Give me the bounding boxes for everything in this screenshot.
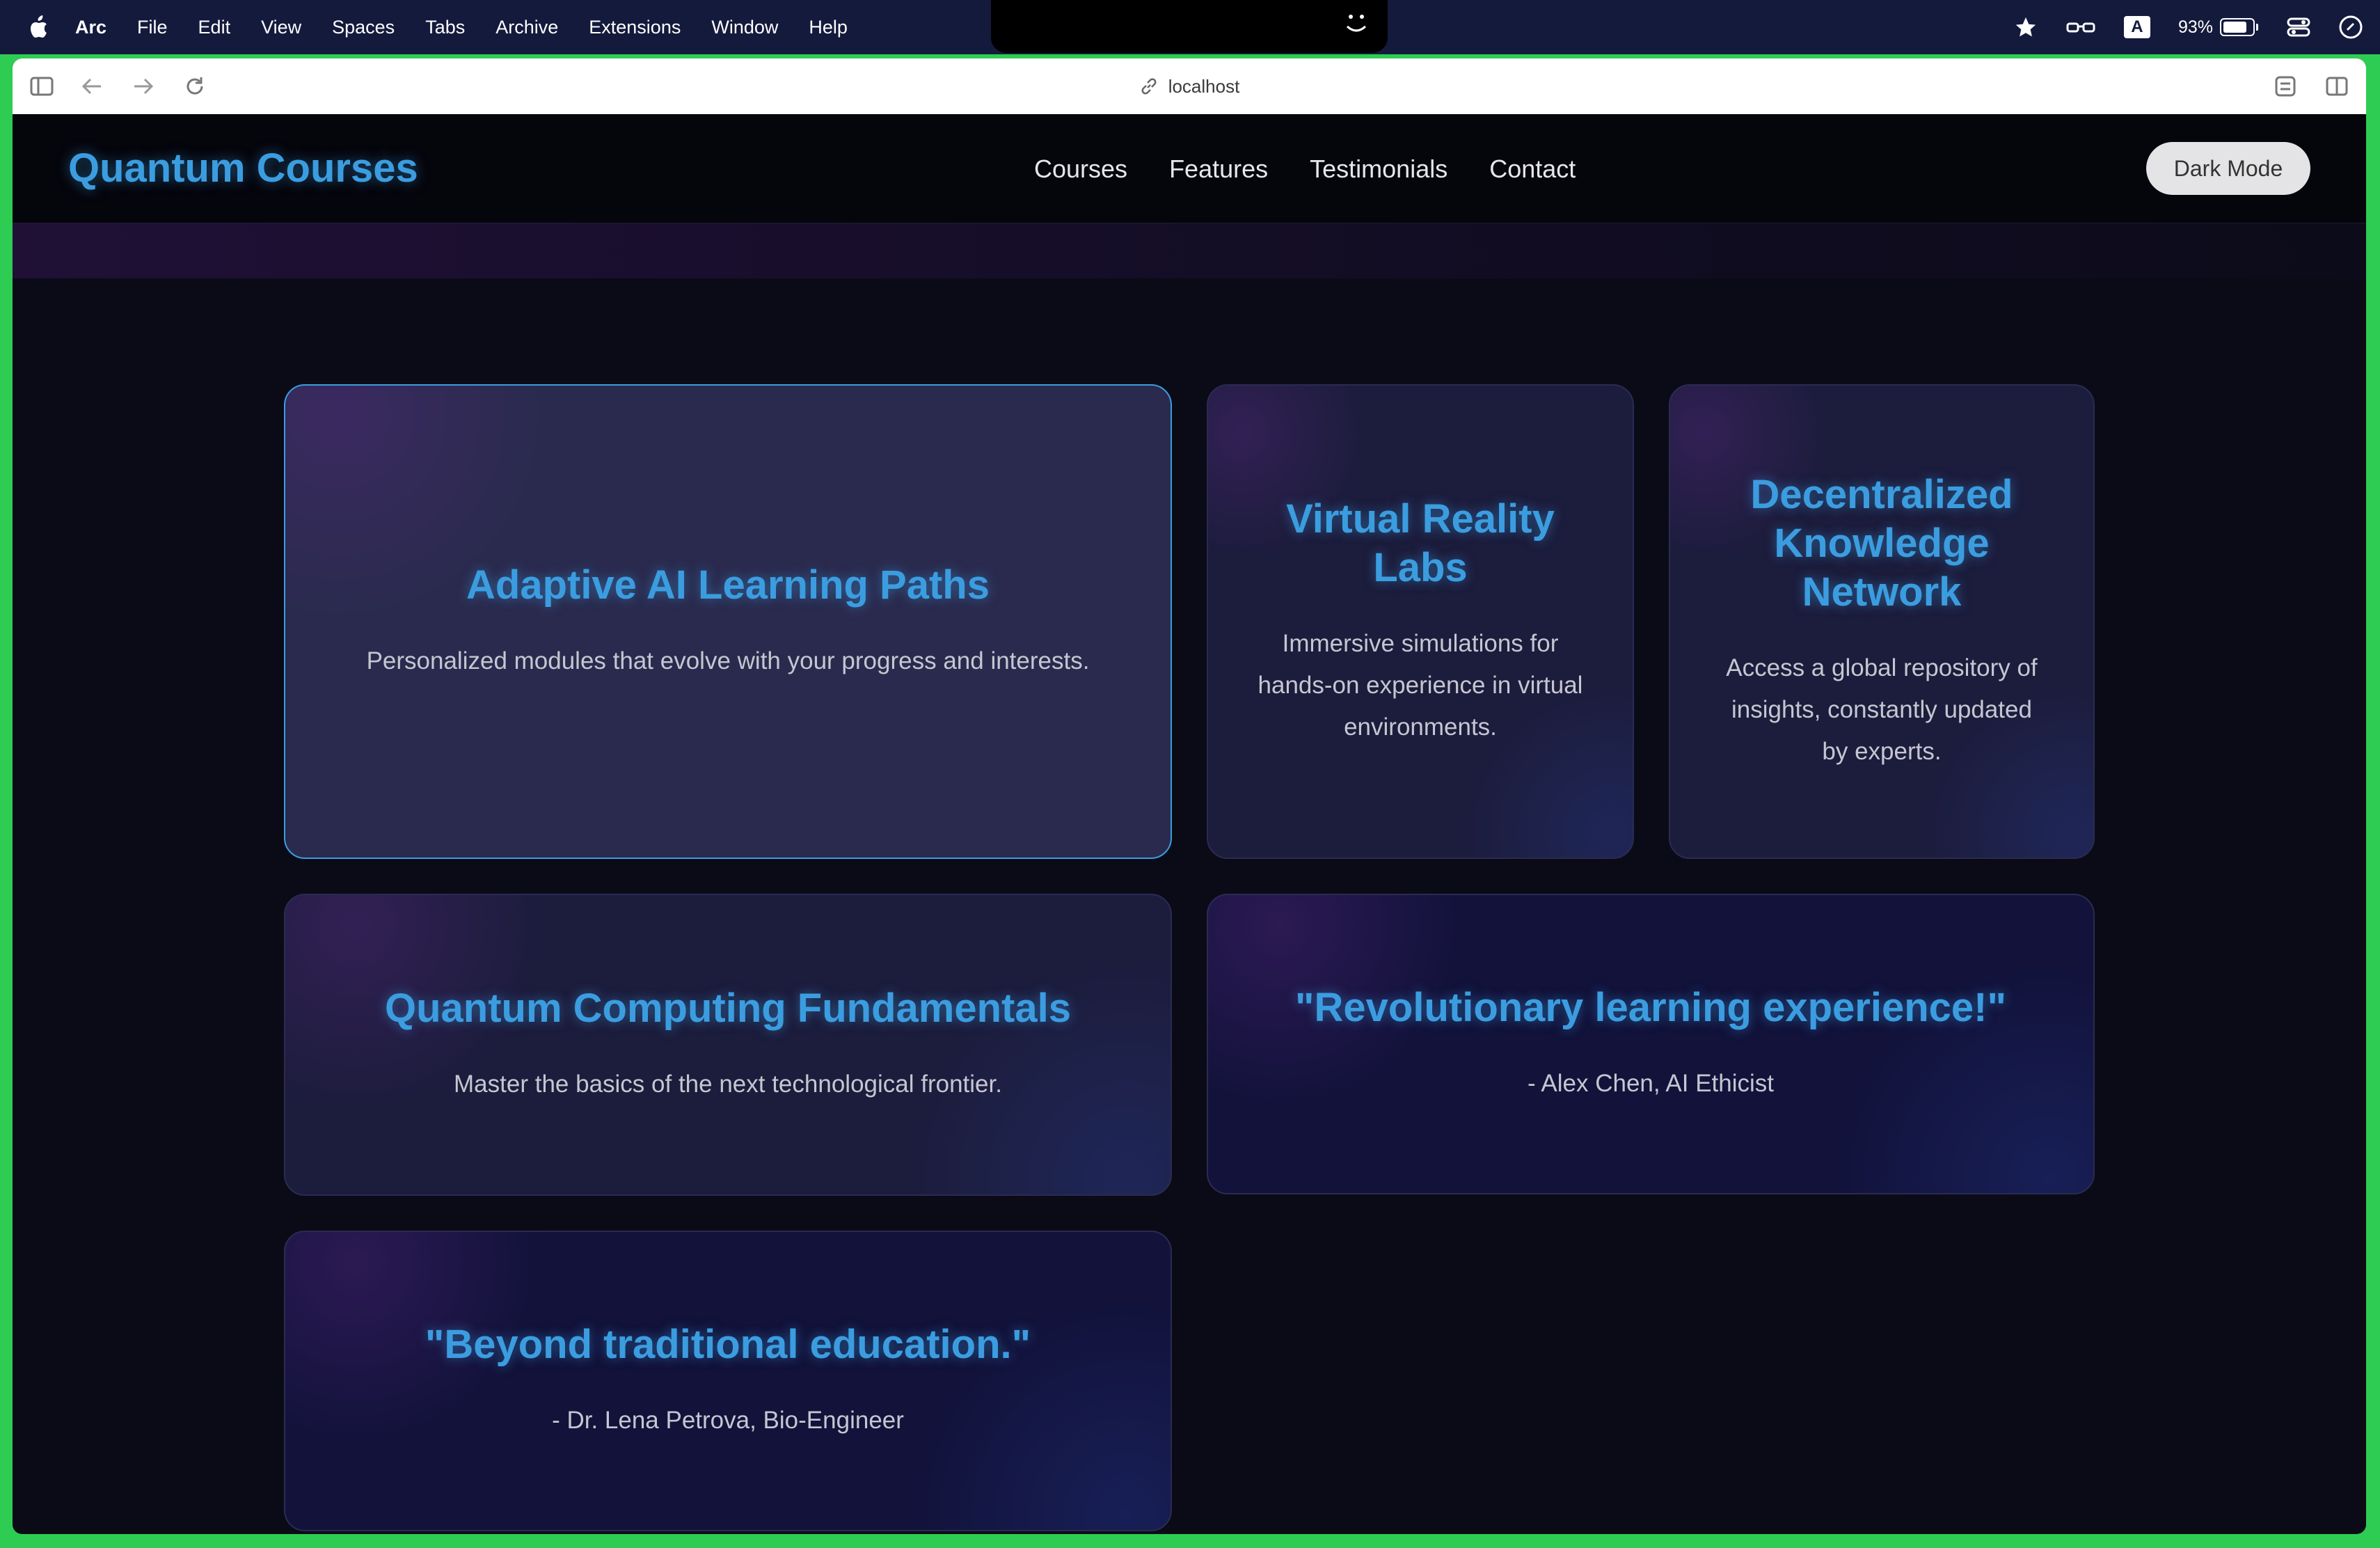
feature-card-quantum-computing[interactable]: Quantum Computing Fundamentals Master th…	[284, 894, 1172, 1196]
forward-arrow-icon[interactable]	[129, 72, 157, 100]
card-title: Adaptive AI Learning Paths	[466, 562, 990, 608]
page-settings-icon[interactable]	[2271, 72, 2299, 100]
card-title: Decentralized Knowledge Network	[1750, 472, 2013, 615]
nav-link-courses[interactable]: Courses	[1034, 155, 1127, 184]
testimonial-card-alex-chen[interactable]: "Revolutionary learning experience!" - A…	[1207, 894, 2095, 1194]
testimonial-author: - Alex Chen, AI Ethicist	[1527, 1070, 1775, 1097]
split-view-icon[interactable]	[2323, 72, 2351, 100]
menu-file[interactable]: File	[137, 17, 168, 38]
siri-icon[interactable]	[2338, 15, 2363, 40]
star-icon[interactable]	[2014, 15, 2038, 39]
card-text: Master the basics of the next technologi…	[454, 1071, 1002, 1098]
control-center-icon[interactable]	[2287, 17, 2310, 38]
menu-help[interactable]: Help	[809, 17, 848, 38]
camera-notch	[991, 0, 1388, 53]
feature-card-decentralized[interactable]: Decentralized Knowledge Network Access a…	[1669, 384, 2095, 859]
glasses-icon[interactable]	[2065, 17, 2096, 37]
browser-toolbar: localhost	[13, 58, 2366, 114]
card-title: Virtual Reality Labs	[1286, 496, 1555, 590]
menu-app-name[interactable]: Arc	[75, 17, 106, 38]
card-text: Personalized modules that evolve with yo…	[366, 647, 1090, 674]
battery-icon[interactable]	[2220, 18, 2258, 36]
menu-extensions[interactable]: Extensions	[589, 17, 681, 38]
reload-icon[interactable]	[181, 72, 209, 100]
feature-card-vr-labs[interactable]: Virtual Reality Labs Immersive simulatio…	[1207, 384, 1634, 859]
menu-spaces[interactable]: Spaces	[332, 17, 395, 38]
site-logo[interactable]: Quantum Courses	[68, 145, 418, 191]
battery-percent: 93%	[2177, 17, 2213, 37]
menu-edit[interactable]: Edit	[198, 17, 231, 38]
site-nav: Courses Features Testimonials Contact	[1034, 155, 1617, 184]
menu-view[interactable]: View	[261, 17, 301, 38]
sidebar-toggle-icon[interactable]	[28, 72, 56, 100]
card-title: Quantum Computing Fundamentals	[385, 986, 1071, 1031]
input-source-badge: A	[2123, 16, 2150, 38]
battery-fill	[2223, 22, 2247, 33]
url-text[interactable]: localhost	[1168, 76, 1240, 97]
testimonial-quote: "Beyond traditional education."	[425, 1322, 1031, 1367]
card-text: Immersive simulations for hands-on exper…	[1258, 630, 1583, 741]
site-navbar: Quantum Courses Courses Features Testimo…	[13, 114, 2366, 223]
address-bar: localhost	[13, 58, 2366, 114]
nav-link-features[interactable]: Features	[1169, 155, 1268, 184]
nav-link-testimonials[interactable]: Testimonials	[1310, 155, 1447, 184]
testimonial-card-lena-petrova[interactable]: "Beyond traditional education." - Dr. Le…	[284, 1231, 1172, 1531]
header-glow	[13, 223, 2366, 278]
testimonial-quote: "Revolutionary learning experience!"	[1295, 985, 2006, 1030]
dark-mode-button[interactable]: Dark Mode	[2146, 142, 2310, 195]
status-area: A 93%	[2014, 0, 2380, 54]
browser-window: localhost Quantum Courses Courses Featur…	[13, 58, 2366, 1534]
back-arrow-icon[interactable]	[78, 72, 106, 100]
testimonial-author: - Dr. Lena Petrova, Bio-Engineer	[552, 1407, 904, 1434]
feature-card-adaptive-ai[interactable]: Adaptive AI Learning Paths Personalized …	[284, 384, 1172, 859]
apple-icon[interactable]	[26, 13, 50, 41]
menu-window[interactable]: Window	[711, 17, 778, 38]
face-icon	[1346, 15, 1367, 32]
nav-link-contact[interactable]: Contact	[1489, 155, 1576, 184]
link-icon	[1141, 78, 1157, 95]
menu-archive[interactable]: Archive	[495, 17, 558, 38]
menu-tabs[interactable]: Tabs	[425, 17, 465, 38]
input-source-icon[interactable]: A	[2123, 16, 2150, 38]
web-page: Quantum Courses Courses Features Testimo…	[13, 114, 2366, 1534]
card-text: Access a global repository of insights, …	[1726, 654, 2038, 765]
